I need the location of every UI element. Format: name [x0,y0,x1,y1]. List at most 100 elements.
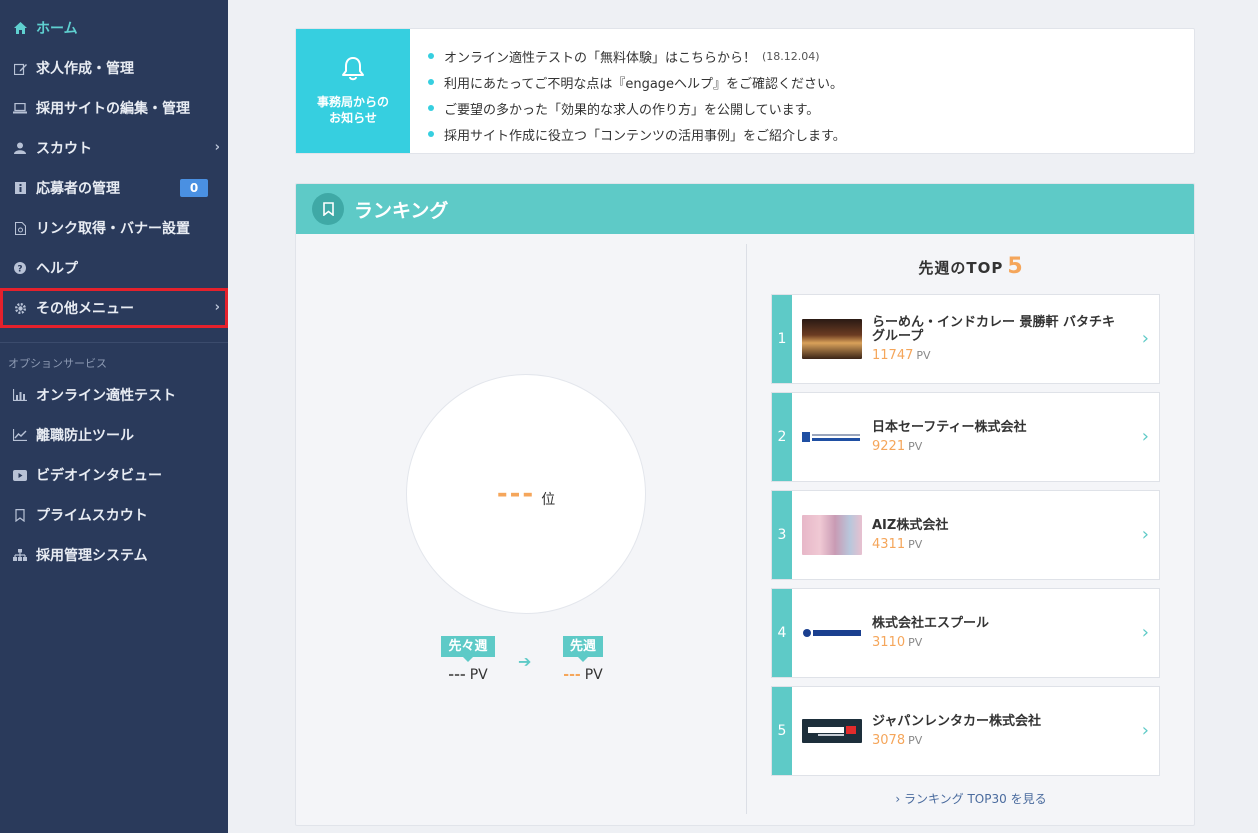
sidebar-item-scout[interactable]: スカウト › [0,128,228,168]
company-info: 株式会社エスプール 3110 PV [872,615,1122,650]
company-pv: 3110 PV [872,635,1122,650]
top5-title-text: 先週のTOP [918,259,1004,277]
company-thumbnail [802,515,862,555]
sidebar-item-applicants[interactable]: 応募者の管理 0 [0,168,228,208]
chevron-right-icon: › [214,140,220,155]
option-services-label: オプションサービス [8,357,107,370]
sidebar-item-label: 応募者の管理 [36,181,120,197]
pv-label: PV [908,733,923,747]
pv-value: 3110 [872,634,906,650]
sidebar-item-job-posting[interactable]: 求人作成・管理 [0,48,228,88]
notice-link[interactable]: オンライン適性テストの「無料体験」はこちらから！ [444,47,756,66]
sidebar-item-aptitude-test[interactable]: オンライン適性テスト [0,375,228,415]
sidebar: ホーム 求人作成・管理 採用サイトの編集・管理 スカウト › 応募者の管理 0 … [0,0,228,833]
company-pv: 3078 PV [872,733,1122,748]
own-rank-value: --- [496,479,536,509]
sidebar-item-label: リンク取得・バナー設置 [36,221,190,237]
sidebar-item-recruit-site[interactable]: 採用サイトの編集・管理 [0,88,228,128]
chevron-right-icon: › [1141,622,1149,643]
own-rank-circle: --- 位 [406,374,646,614]
ranking-panel: ランキング --- 位 先々週 --- PV ➔ 先週 --- PV 先週のTOP 5… [295,183,1195,826]
pv-value: 4311 [872,536,906,552]
bullet-icon [428,53,434,59]
sidebar-item-help[interactable]: ? ヘルプ [0,248,228,288]
org-chart-icon [12,547,28,563]
sidebar-item-video-interview[interactable]: ビデオインタビュー [0,455,228,495]
notice-header: 事務局からの お知らせ [296,29,410,153]
chevron-right-icon: › [214,300,220,315]
notice-item[interactable]: ご要望の多かった「効果的な求人の作り方」を公開しています。 [428,95,846,121]
top5-title: 先週のTOP 5 [746,254,1194,279]
laptop-icon [12,100,28,116]
help-icon: ? [12,260,28,276]
bar-chart-icon [12,387,28,403]
company-name: 日本セーフティー株式会社 [872,419,1027,435]
company-name: 株式会社エスプール [872,615,990,631]
pv-label: PV [908,439,923,453]
company-info: AIZ株式会社 4311 PV [872,517,1122,552]
company-logo [802,613,862,653]
notice-title-line2: お知らせ [329,111,377,125]
ranking-divider [746,244,747,814]
pv-label: PV [916,348,931,362]
sidebar-item-label: ヘルプ [36,261,78,277]
company-info: らーめん・インドカレー 景勝軒 バタチキグループ 11747 PV [872,315,1122,363]
sidebar-item-home[interactable]: ホーム [0,8,228,48]
company-info: 日本セーフティー株式会社 9221 PV [872,419,1122,454]
sidebar-item-ats[interactable]: 採用管理システム [0,535,228,575]
sidebar-item-label: 求人作成・管理 [36,61,134,77]
notice-link[interactable]: 採用サイト作成に役立つ「コンテンツの活用事例」をご紹介します。 [444,125,846,144]
prev-prev-week: 先々週 --- PV [435,635,501,683]
notice-item[interactable]: 利用にあたってご不明な点は『engageヘルプ』をご確認ください。 [428,69,846,95]
company-info: ジャパンレンタカー株式会社 3078 PV [872,714,1122,748]
chevron-right-icon: › [1141,720,1149,741]
prev-week: 先週 --- PV [550,635,616,683]
user-icon [12,140,28,156]
sidebar-item-retention-tool[interactable]: 離職防止ツール [0,415,228,455]
ranking-card[interactable]: 3 AIZ株式会社 4311 PV › [771,490,1160,580]
sidebar-item-link-banner[interactable]: リンク取得・バナー設置 [0,208,228,248]
svg-text:?: ? [17,265,22,275]
company-pv: 11747 PV [872,348,1122,363]
ranking-card[interactable]: 2 日本セーフティー株式会社 9221 PV › [771,392,1160,482]
applicant-count-badge: 0 [180,179,208,197]
sidebar-item-prime-scout[interactable]: プライムスカウト [0,495,228,535]
notice-link[interactable]: 利用にあたってご不明な点は『engageヘルプ』をご確認ください。 [444,73,843,92]
pv-value: 9221 [872,438,906,454]
sidebar-item-label: プライムスカウト [36,508,148,524]
company-logo [802,417,862,457]
sidebar-item-other-menu[interactable]: その他メニュー › [0,288,228,328]
prev-prev-pv-value: --- [448,667,466,683]
sidebar-divider [0,342,228,343]
own-rank-unit: 位 [541,492,556,508]
rank-number: 4 [772,589,792,677]
link-file-icon [12,220,28,236]
bullet-icon [428,105,434,111]
sidebar-item-label: スカウト [36,141,92,157]
line-chart-icon [12,427,28,443]
sidebar-item-label: その他メニュー [36,301,134,317]
notice-item[interactable]: 採用サイト作成に役立つ「コンテンツの活用事例」をご紹介します。 [428,121,846,147]
notice-date: (18.12.04) [762,49,820,63]
edit-icon [12,60,28,76]
pv-label: PV [908,537,923,551]
ranking-card[interactable]: 1 らーめん・インドカレー 景勝軒 バタチキグループ 11747 PV › [771,294,1160,384]
info-icon [12,180,28,196]
company-name: AIZ株式会社 [872,517,949,533]
ranking-card[interactable]: 5 ジャパンレンタカー株式会社 3078 PV › [771,686,1160,776]
ranking-card[interactable]: 4 株式会社エスプール 3110 PV › [771,588,1160,678]
notice-panel: 事務局からの お知らせ オンライン適性テストの「無料体験」はこちらから！ (18.… [295,28,1195,154]
bullet-icon [428,79,434,85]
home-icon [12,20,28,36]
notice-title-line1: 事務局からの [316,95,389,109]
notice-link[interactable]: ご要望の多かった「効果的な求人の作り方」を公開しています。 [444,99,819,118]
notice-item[interactable]: オンライン適性テストの「無料体験」はこちらから！ (18.12.04) [428,43,846,69]
bookmark-icon [12,507,28,523]
sidebar-item-label: オンライン適性テスト [36,388,176,404]
pv-value: 11747 [872,347,914,363]
pv-label: PV [908,635,923,649]
chevron-right-icon: › [1141,524,1149,545]
sidebar-item-label: 離職防止ツール [36,428,134,444]
company-thumbnail [802,319,862,359]
ranking-top30-link[interactable]: › ランキング TOP30 を見る [746,790,1194,807]
